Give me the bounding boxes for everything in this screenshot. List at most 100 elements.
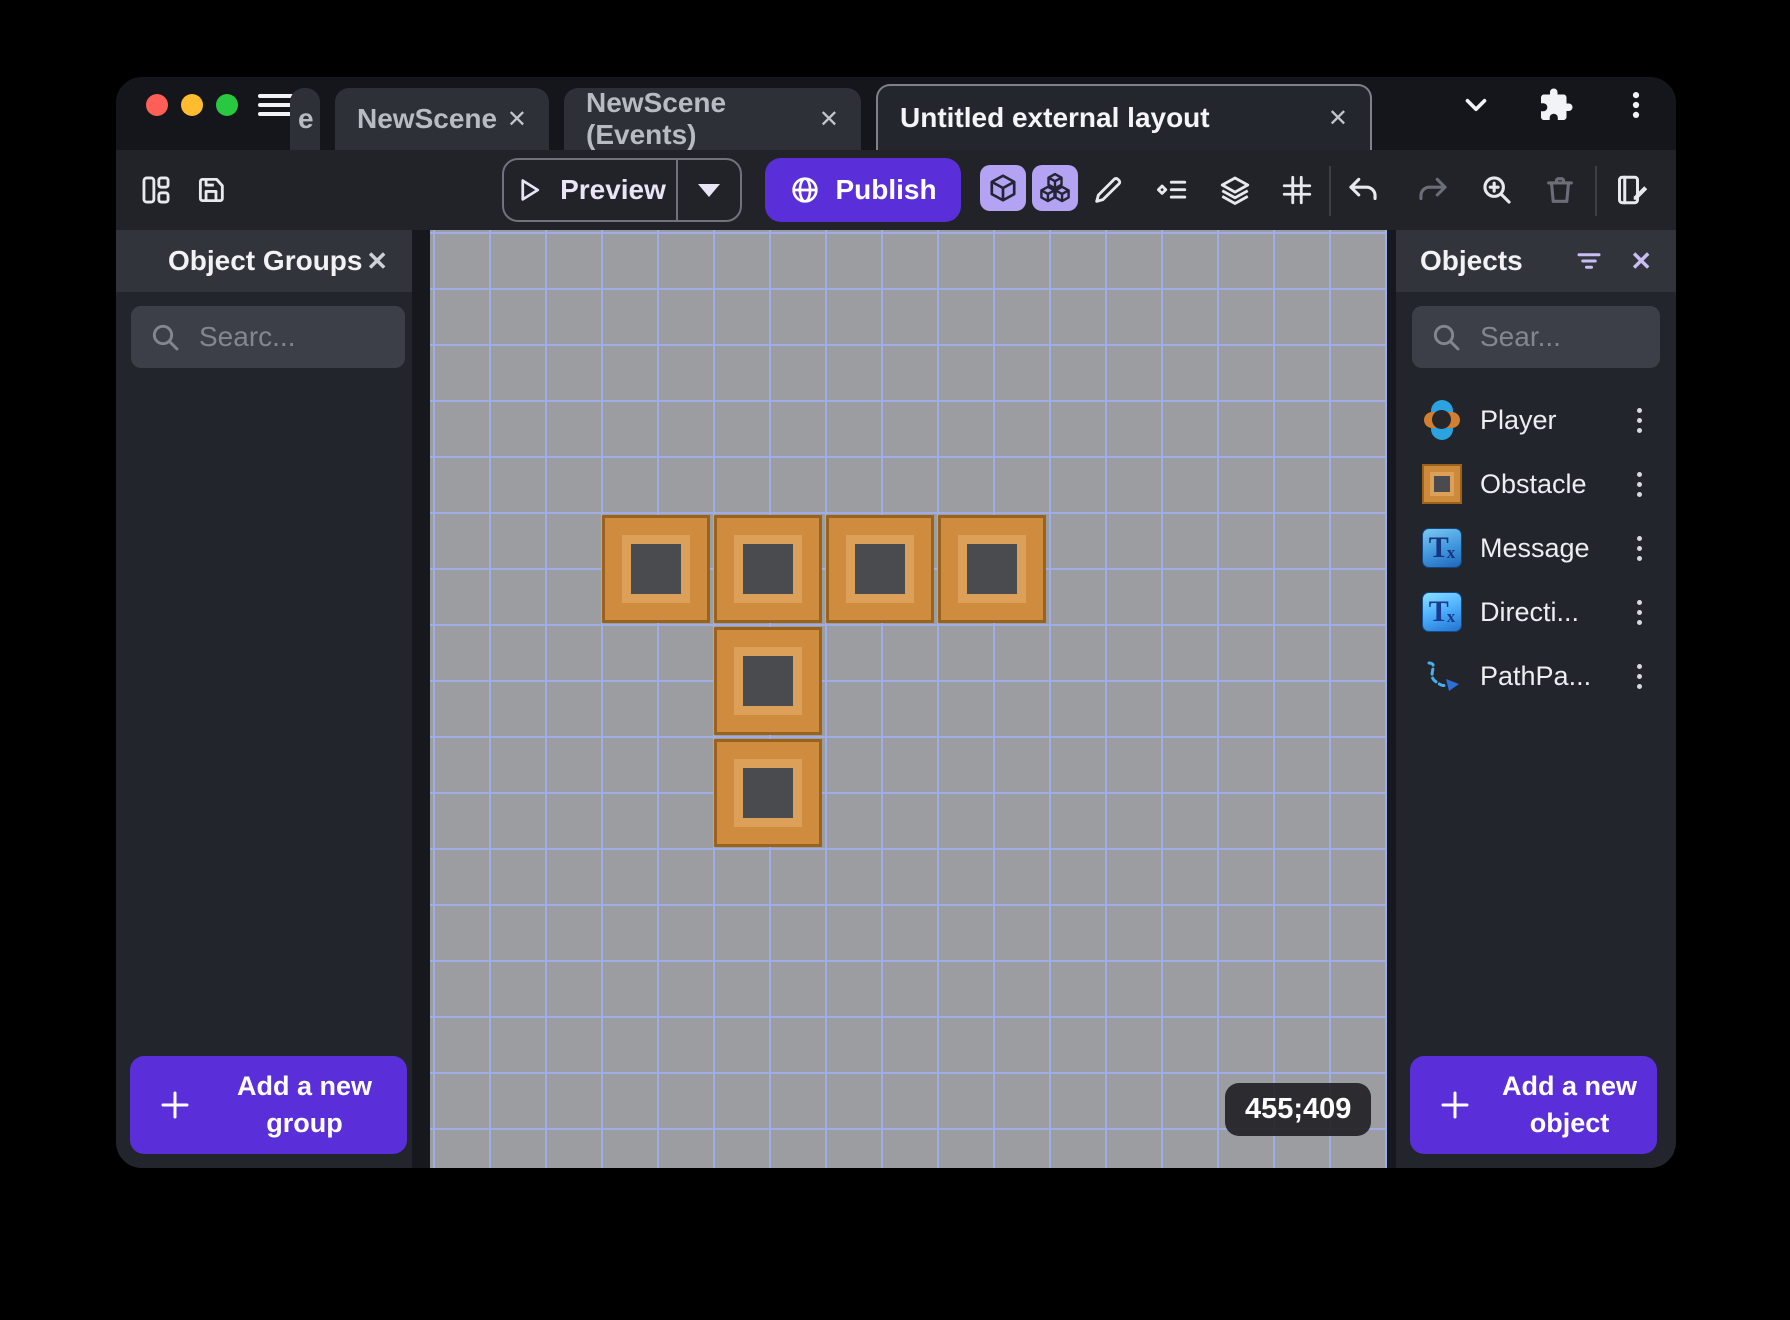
zoom-window-button[interactable]: [216, 94, 238, 116]
tab-label: Untitled external layout: [900, 102, 1210, 133]
objects-searchbox: [1412, 306, 1660, 368]
screen: e NewScene ✕ NewScene (Events) ✕ Untitle…: [0, 0, 1790, 1320]
cube-icon: [990, 174, 1016, 202]
object-label: PathPa...: [1480, 660, 1592, 691]
obstacle-instance[interactable]: [714, 739, 822, 847]
add-object-button[interactable]: Add a new object: [1410, 1056, 1657, 1154]
kebab-menu-icon[interactable]: [1633, 660, 1646, 693]
tab-untitled-external-layout[interactable]: Untitled external layout ✕: [876, 84, 1372, 150]
object-row-obstacle[interactable]: Obstacle: [1396, 452, 1676, 516]
preview-label: Preview: [560, 174, 666, 205]
tab-clipped-label: e: [298, 103, 314, 134]
close-icon[interactable]: ✕: [1328, 104, 1348, 133]
plus-icon: [1410, 1087, 1500, 1123]
object-label: Directi...: [1480, 596, 1580, 627]
preview-button[interactable]: Preview: [502, 158, 742, 222]
tab-clipped[interactable]: e: [290, 88, 320, 150]
cubes-icon: [1040, 172, 1070, 203]
tab-newscene[interactable]: NewScene ✕: [335, 88, 549, 150]
plus-icon: [130, 1087, 220, 1123]
kebab-menu-icon[interactable]: [1633, 468, 1646, 501]
add-group-button[interactable]: Add a new group: [130, 1056, 407, 1154]
text-object-icon: Tx: [1422, 592, 1462, 632]
save-icon[interactable]: [189, 168, 233, 212]
publish-button[interactable]: Publish: [765, 158, 961, 222]
close-icon[interactable]: ✕: [507, 105, 527, 134]
obstacle-instance[interactable]: [714, 515, 822, 623]
object-label: Message: [1480, 532, 1590, 563]
preview-dropdown-button[interactable]: [676, 160, 740, 220]
globe-icon: [792, 177, 819, 203]
close-icon[interactable]: ✕: [366, 246, 388, 277]
tab-bar-actions: [1436, 83, 1676, 127]
publish-label: Publish: [835, 174, 937, 205]
toolbar-divider: [1595, 166, 1597, 216]
close-icon[interactable]: ✕: [819, 105, 839, 134]
kebab-menu-icon[interactable]: [1633, 404, 1646, 437]
object-row-player[interactable]: Player: [1396, 388, 1676, 452]
text-object-icon: Tx: [1422, 528, 1462, 568]
object-row-directions[interactable]: Tx Directi...: [1396, 580, 1676, 644]
tab-label: NewScene: [357, 103, 498, 134]
edit-scene-icon[interactable]: [1611, 168, 1655, 212]
layers-icon[interactable]: [1213, 168, 1257, 212]
content-area: Object Groups ✕ Add a new group: [116, 230, 1676, 1168]
tab-bar: e NewScene ✕ NewScene (Events) ✕ Untitle…: [116, 77, 1676, 150]
window-controls: [146, 94, 238, 116]
objects-panel: Objects ✕ Player: [1396, 230, 1676, 1168]
close-window-button[interactable]: [146, 94, 168, 116]
objects-title: Objects: [1420, 245, 1523, 276]
undo-icon[interactable]: [1341, 168, 1385, 212]
object-groups-title: Object Groups: [168, 245, 363, 276]
single-cube-toggle[interactable]: [980, 165, 1026, 211]
object-label: Player: [1480, 404, 1557, 435]
caret-down-icon: [698, 183, 720, 197]
objects-header: Objects ✕: [1396, 230, 1676, 292]
search-icon: [1433, 324, 1460, 351]
multi-cube-toggle[interactable]: [1032, 165, 1078, 211]
app-window: e NewScene ✕ NewScene (Events) ✕ Untitle…: [116, 77, 1676, 1168]
kebab-menu-icon[interactable]: [1633, 596, 1646, 629]
minimize-window-button[interactable]: [181, 94, 203, 116]
kebab-menu-icon[interactable]: [1633, 532, 1646, 565]
filter-icon[interactable]: [1574, 246, 1604, 276]
tiles-layer: [430, 230, 1387, 1168]
trash-icon[interactable]: [1538, 168, 1582, 212]
chevron-down-icon[interactable]: [1436, 83, 1516, 127]
tab-newscene-events[interactable]: NewScene (Events) ✕: [564, 87, 861, 150]
search-icon: [152, 324, 179, 351]
more-options-kebab-icon[interactable]: [1596, 83, 1676, 127]
add-object-label-line1: Add a new: [1501, 1071, 1637, 1101]
object-groups-panel: Object Groups ✕ Add a new group: [116, 230, 412, 1168]
zoom-in-icon[interactable]: [1475, 168, 1519, 212]
cursor-coordinates-badge: 455;409: [1225, 1083, 1372, 1136]
obstacle-instance[interactable]: [602, 515, 710, 623]
extensions-puzzle-icon[interactable]: [1516, 83, 1596, 127]
path-icon: [1422, 656, 1462, 696]
redo-icon[interactable]: [1411, 168, 1455, 212]
close-icon[interactable]: ✕: [1630, 246, 1652, 277]
grid-icon[interactable]: [1275, 168, 1319, 212]
object-label: Obstacle: [1480, 468, 1587, 499]
objects-list: Player Obstacle Tx Message Tx Directi...…: [1396, 388, 1676, 708]
object-row-message[interactable]: Tx Message: [1396, 516, 1676, 580]
object-groups-search-input[interactable]: [197, 320, 387, 354]
project-manager-icon[interactable]: [134, 168, 178, 212]
scene-canvas[interactable]: 455;409: [430, 230, 1387, 1168]
obstacle-instance[interactable]: [714, 627, 822, 735]
obstacle-instance[interactable]: [826, 515, 934, 623]
preview-button-main[interactable]: Preview: [504, 160, 676, 220]
pencil-icon[interactable]: [1086, 168, 1130, 212]
instructions-list-icon[interactable]: [1150, 168, 1194, 212]
add-group-label-line1: Add a new: [236, 1071, 372, 1101]
add-group-label-line2: group: [266, 1108, 343, 1138]
obstacle-instance[interactable]: [938, 515, 1046, 623]
objects-search-input[interactable]: [1478, 320, 1642, 354]
toolbar: Preview Publish: [116, 150, 1676, 230]
object-groups-header: Object Groups ✕: [116, 230, 412, 292]
toolbar-divider: [1329, 166, 1331, 216]
object-row-pathpaint[interactable]: PathPa...: [1396, 644, 1676, 708]
player-icon: [1422, 400, 1462, 440]
tab-label: NewScene (Events): [586, 87, 727, 150]
object-groups-searchbox: [131, 306, 405, 368]
